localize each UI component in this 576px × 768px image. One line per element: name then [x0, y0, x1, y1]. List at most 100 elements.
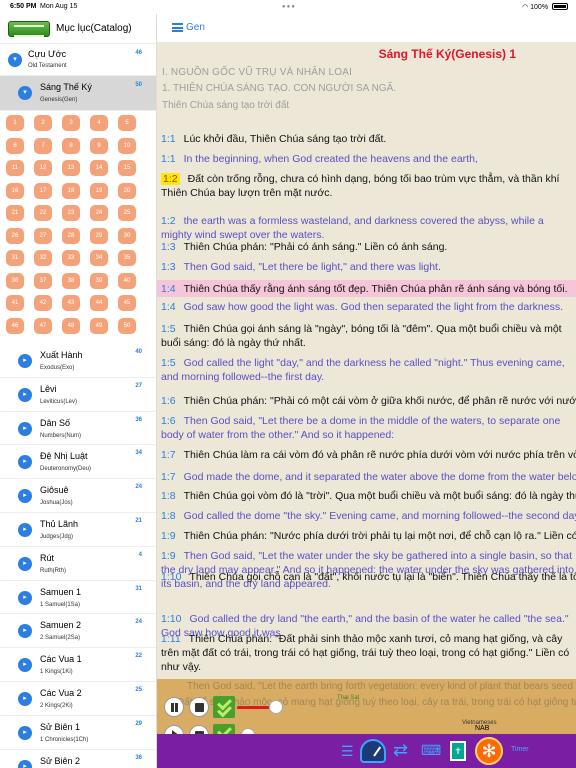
expand-icon[interactable]: ▸ — [18, 387, 32, 402]
chapter-button[interactable]: 5 — [118, 115, 136, 131]
chapter-button[interactable]: 2 — [34, 115, 52, 131]
chapter-button[interactable]: 23 — [62, 205, 80, 221]
verse-ref[interactable]: 1:5 — [161, 323, 176, 335]
chapter-button[interactable]: 3 — [62, 115, 80, 131]
chapter-button[interactable]: 16 — [6, 182, 24, 199]
verse-row[interactable]: 1:3 Thiên Chúa phán: "Phải có ánh sáng." … — [157, 240, 576, 254]
verse-row[interactable]: 1:4 Thiên Chúa thấy rằng ánh sáng tốt đẹp… — [157, 280, 576, 297]
chapter-button[interactable]: 20 — [118, 182, 136, 199]
chapter-button[interactable]: 18 — [62, 182, 80, 199]
book-row[interactable]: ▸ Rút Ruth(Rth) 4 — [0, 547, 156, 581]
verse-row[interactable]: 1:1 Lúc khởi đầu, Thiên Chúa sáng tạo trờ… — [157, 132, 576, 146]
verse-ref[interactable]: 1:3 — [161, 241, 176, 253]
verse-row[interactable]: 1:7 God made the dome, and it separated t… — [157, 470, 576, 484]
settings-gear-icon[interactable]: ✻ — [475, 737, 503, 765]
chapter-button[interactable]: 50 — [118, 317, 136, 334]
chapter-button[interactable]: 45 — [118, 295, 136, 311]
book-row[interactable]: ▸ Đệ Nhị Luật Deuteronomy(Deu) 34 — [0, 445, 156, 480]
chapter-button[interactable]: 24 — [90, 205, 108, 221]
chapter-button[interactable]: 39 — [90, 272, 108, 289]
timer-button[interactable]: Timer — [511, 746, 529, 753]
expand-icon[interactable]: ▸ — [18, 691, 32, 706]
repeat-icon[interactable]: ⇄ — [393, 741, 408, 759]
verse-ref[interactable]: 1:6 — [161, 395, 176, 407]
expand-icon[interactable]: ▸ — [18, 759, 32, 768]
chapter-button[interactable]: 25 — [118, 205, 136, 221]
multitask-dots-icon[interactable]: ●●● — [282, 4, 296, 10]
verse-row[interactable]: 1:6 Thiên Chúa phán: "Phải có một cái vòm… — [157, 394, 576, 408]
chapter-button[interactable]: 44 — [90, 295, 108, 311]
verse-row[interactable]: 1:3 Then God said, "Let there be light," … — [157, 260, 576, 274]
book-row[interactable]: ▸ Các Vua 2 2 Kings(2Ki) 25 — [0, 682, 156, 716]
progress-track-top[interactable] — [237, 706, 437, 709]
chapter-button[interactable]: 36 — [6, 272, 24, 289]
expand-icon[interactable]: ▸ — [18, 455, 32, 470]
nav-back-button[interactable]: Gen — [186, 22, 205, 33]
expand-icon[interactable]: ▸ — [18, 590, 32, 605]
verse-row[interactable]: 1:9 Thiên Chúa phán: "Nước phía dưới trời… — [157, 529, 576, 543]
chapter-button[interactable]: 49 — [90, 317, 108, 334]
pause-button[interactable] — [164, 697, 184, 717]
chapter-button[interactable]: 8 — [62, 137, 80, 154]
chapter-button[interactable]: 47 — [34, 317, 52, 334]
list-icon[interactable]: ☰ — [341, 743, 354, 759]
verse-ref[interactable]: 1:2 — [161, 173, 180, 185]
chapter-button[interactable]: 12 — [34, 160, 52, 176]
verse-ref[interactable]: 1:8 — [161, 490, 176, 502]
book-row[interactable]: ▸Sử Biên 22 Chronicles(2Ch)36 — [0, 750, 156, 768]
chapter-button[interactable]: 28 — [62, 227, 80, 244]
verse-ref[interactable]: 1:10 — [161, 613, 181, 625]
chapter-button[interactable]: 42 — [34, 295, 52, 311]
expand-icon[interactable]: ▸ — [18, 725, 32, 740]
chapter-button[interactable]: 15 — [118, 160, 136, 176]
verse-ref[interactable]: 1:7 — [161, 449, 176, 461]
testament-row[interactable]: ▾ Cựu Ước Old Testament 46 — [0, 44, 156, 76]
verse-ref[interactable]: 1:2 — [161, 215, 176, 227]
book-row[interactable]: ▸ Thủ Lãnh Judges(Jdg) 21 — [0, 513, 156, 547]
verse-ref[interactable]: 1:8 — [161, 510, 176, 522]
chapter-button[interactable]: 21 — [6, 205, 24, 221]
verse-row[interactable]: 1:10 Thiên Chúa gọi chỗ cạn là "đất", khố… — [157, 570, 576, 584]
expand-icon[interactable]: ▸ — [18, 556, 32, 571]
chapter-button[interactable]: 32 — [34, 250, 52, 266]
bible-book-icon[interactable]: ✝ — [450, 741, 466, 761]
chapter-button[interactable]: 4 — [90, 115, 108, 131]
chapter-button[interactable]: 33 — [62, 250, 80, 266]
expand-icon[interactable]: ▸ — [18, 624, 32, 639]
chapter-button[interactable]: 38 — [62, 272, 80, 289]
chapter-button[interactable]: 11 — [6, 160, 24, 176]
stop-button[interactable] — [189, 697, 209, 717]
chapter-button[interactable]: 27 — [34, 227, 52, 244]
chapter-button[interactable]: 1 — [6, 115, 24, 131]
verse-row[interactable]: 1:7 Thiên Chúa làm ra cái vòm đó và phân … — [157, 448, 576, 462]
menu-icon[interactable] — [172, 23, 183, 32]
speedometer-icon[interactable] — [360, 739, 386, 763]
collapse-icon[interactable]: ▾ — [18, 86, 32, 100]
verse-row[interactable]: 1:5 God called the light "day," and the d… — [157, 356, 576, 384]
verse-row[interactable]: 1:5 Thiên Chúa gọi ánh sáng là "ngày", bó… — [157, 322, 576, 350]
chapter-button[interactable]: 22 — [34, 205, 52, 221]
expand-icon[interactable]: ▸ — [18, 421, 32, 436]
speed-up-icon[interactable] — [213, 696, 235, 718]
verse-ref[interactable]: 1:4 — [161, 301, 176, 313]
verse-ref[interactable]: 1:1 — [161, 153, 176, 165]
keyboard-icon[interactable]: ⌨ — [421, 742, 441, 758]
verse-ref[interactable]: 1:11 — [161, 633, 181, 645]
chapter-button[interactable]: 34 — [90, 250, 108, 266]
collapse-icon[interactable]: ▾ — [8, 53, 22, 67]
book-row-genesis[interactable]: ▾ Sáng Thế Ký Genesis(Gen) 50 — [0, 76, 156, 111]
progress-knob-top[interactable] — [269, 700, 283, 714]
chapter-button[interactable]: 6 — [6, 137, 24, 154]
chapter-button[interactable]: 26 — [6, 227, 24, 244]
chapter-button[interactable]: 35 — [118, 250, 136, 266]
verse-ref[interactable]: 1:3 — [161, 261, 176, 273]
verse-ref[interactable]: 1:9 — [161, 550, 176, 562]
book-row[interactable]: ▸ Các Vua 1 1 Kings(1Ki) 22 — [0, 648, 156, 682]
verse-row[interactable]: 1:2 the earth was a formless wasteland, a… — [157, 214, 576, 242]
chapter-button[interactable]: 7 — [34, 137, 52, 154]
chapter-button[interactable]: 40 — [118, 272, 136, 289]
verse-row[interactable]: 1:2 Đất còn trống rỗng, chưa có hình dạng… — [157, 172, 576, 200]
chapter-button[interactable]: 46 — [6, 317, 24, 334]
verse-row[interactable]: 1:1 In the beginning, when God created th… — [157, 152, 576, 166]
book-row[interactable]: ▸ Giôsuê Joshua(Jos) 24 — [0, 479, 156, 513]
